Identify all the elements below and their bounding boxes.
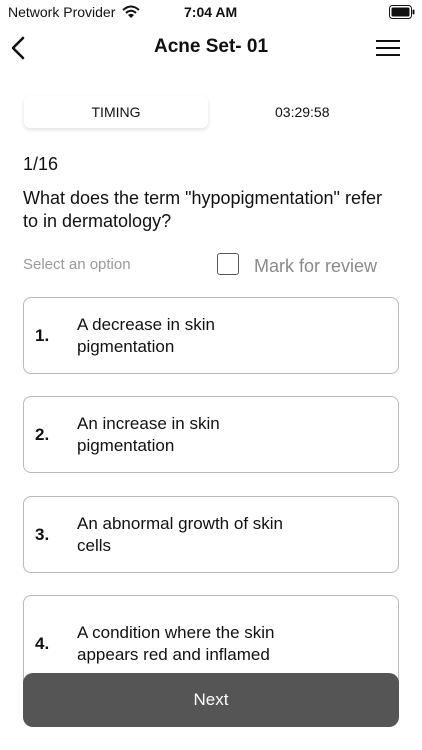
clock: 7:04 AM [184, 4, 238, 20]
select-option-hint: Select an option [23, 256, 131, 273]
countdown-timer: 03:29:58 [275, 104, 330, 120]
next-button[interactable]: Next [23, 673, 399, 727]
mark-for-review-label: Mark for review [254, 256, 378, 276]
option-1[interactable]: 1. A decrease in skin pigmentation [23, 297, 399, 374]
question-counter: 1/16 [23, 154, 59, 174]
carrier-name: Network Provider [8, 4, 116, 20]
option-number: 3. [35, 524, 50, 544]
option-text: An increase in skin pigmentation [77, 413, 220, 455]
wifi-icon [122, 5, 140, 24]
option-number: 2. [35, 424, 50, 444]
page-title: Acne Set- 01 [153, 36, 269, 57]
question-text: What does the term "hypopigmentation" re… [23, 188, 382, 231]
option-number: 1. [35, 325, 50, 345]
option-3[interactable]: 3. An abnormal growth of skin cells [23, 496, 399, 573]
option-text: A decrease in skin pigmentation [77, 314, 215, 356]
mark-for-review-toggle[interactable]: Mark for review [217, 253, 397, 279]
checkbox-icon[interactable] [217, 253, 239, 275]
timing-label: TIMING [24, 96, 208, 128]
nav-bar: Acne Set- 01 [0, 24, 422, 72]
option-2[interactable]: 2. An increase in skin pigmentation [23, 396, 399, 473]
battery-icon [389, 5, 415, 24]
hamburger-menu-icon[interactable] [374, 38, 402, 58]
option-text: An abnormal growth of skin cells [77, 513, 283, 555]
status-bar: Network Provider 7:04 AM [0, 0, 422, 24]
